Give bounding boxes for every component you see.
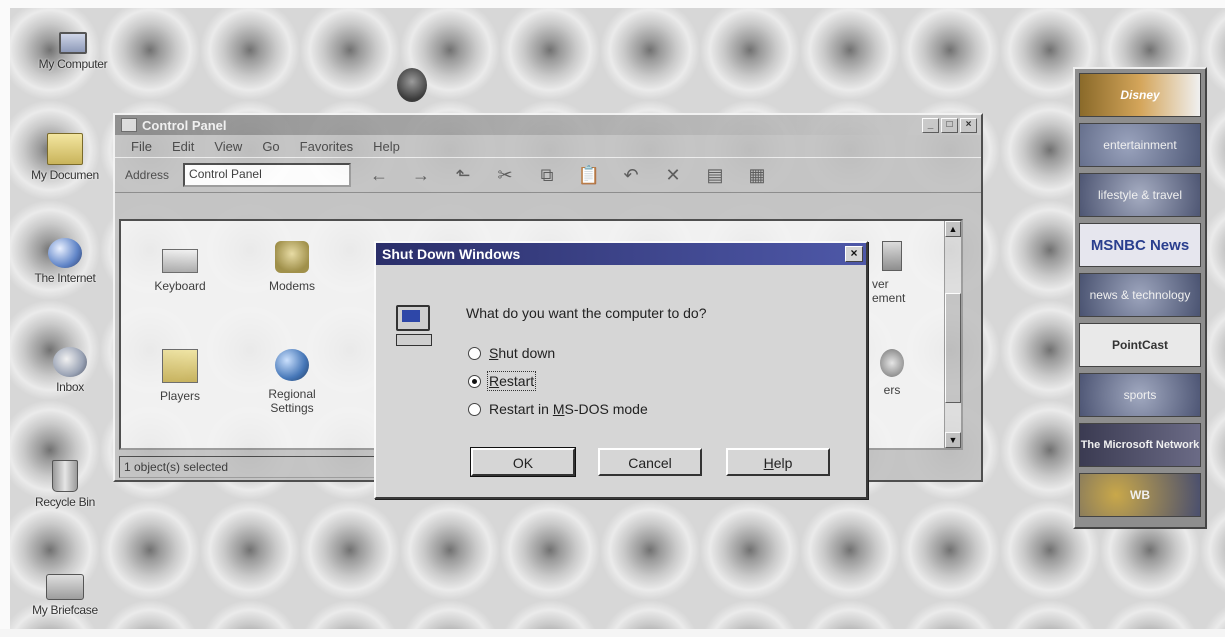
option-shut-down[interactable]: Shut down	[468, 345, 555, 361]
keyboard-icon	[162, 249, 198, 273]
vertical-scrollbar[interactable]: ▲ ▼	[944, 221, 961, 448]
desktop-icon-my-computer[interactable]: My Computer	[28, 32, 118, 71]
channel-disney[interactable]: Disney	[1079, 73, 1201, 117]
ok-button[interactable]: OK	[471, 448, 575, 476]
cp-item-label: Modems	[268, 279, 315, 293]
option-label: Restart	[486, 371, 537, 391]
minimize-button[interactable]: _	[922, 117, 939, 133]
paste-icon[interactable]: 📋	[575, 163, 603, 187]
channel-msnbc-news[interactable]: MSNBC News	[1079, 223, 1201, 267]
desktop-icon-label: My Computer	[38, 57, 108, 71]
cp-item-regional-settings[interactable]: Regional Settings	[247, 349, 337, 415]
folder-icon	[47, 133, 83, 165]
desktop-icon-inbox[interactable]: Inbox	[25, 347, 115, 394]
desktop-icon-the-internet[interactable]: The Internet	[20, 238, 110, 285]
cancel-button[interactable]: Cancel	[598, 448, 702, 476]
internet-globe-icon	[48, 238, 82, 268]
dialog-titlebar: Shut Down Windows ×	[376, 243, 866, 265]
page-border-left	[0, 0, 10, 637]
delete-icon[interactable]: ✕	[659, 163, 687, 187]
address-field[interactable]: Control Panel	[183, 163, 352, 187]
option-restart-ms-dos[interactable]: Restart in MS-DOS mode	[468, 401, 648, 417]
desktop-icon-label: My Documen	[31, 168, 99, 182]
back-arrow-icon[interactable]: ←	[365, 163, 393, 187]
cp-item-label: ver ement	[872, 277, 906, 305]
desktop-icon-my-briefcase[interactable]: My Briefcase	[20, 568, 110, 617]
channel-news-technology[interactable]: news & technology	[1079, 273, 1201, 317]
radio-button[interactable]	[468, 346, 481, 360]
dialog-question: What do you want the computer to do?	[466, 305, 707, 321]
regional-globe-icon	[275, 349, 309, 381]
channel-bar: Disney entertainment lifestyle & travel …	[1073, 67, 1207, 529]
maximize-button[interactable]: □	[941, 117, 958, 133]
menu-favorites[interactable]: Favorites	[300, 139, 353, 154]
cp-item-modems[interactable]: Modems	[247, 241, 337, 293]
channel-microsoft-network[interactable]: The Microsoft Network	[1079, 423, 1201, 467]
cat-character-icon	[397, 68, 427, 102]
dialog-close-button[interactable]: ×	[845, 246, 863, 262]
menu-go[interactable]: Go	[262, 139, 279, 154]
menu-edit[interactable]: Edit	[172, 139, 194, 154]
menu-help[interactable]: Help	[373, 139, 400, 154]
cp-item-players[interactable]: Players	[135, 349, 225, 403]
undo-icon[interactable]: ↶	[617, 163, 645, 187]
cp-item-label: Keyboard	[154, 279, 206, 293]
desktop-icon-recycle-bin[interactable]: Recycle Bin	[20, 460, 110, 509]
menu-bar: File Edit View Go Favorites Help	[115, 135, 981, 157]
help-button[interactable]: Help	[726, 448, 830, 476]
properties-icon[interactable]: ▤	[701, 163, 729, 187]
desktop-icon-shortcut[interactable]	[367, 68, 457, 105]
channel-warner-bros[interactable]: WB	[1079, 473, 1201, 517]
menu-file[interactable]: File	[131, 139, 152, 154]
scroll-down-arrow-icon[interactable]: ▼	[945, 432, 961, 448]
computer-icon	[59, 32, 87, 54]
window-title: Control Panel	[142, 117, 227, 133]
desktop-icon-label: Recycle Bin	[34, 495, 96, 509]
shutdown-dialog: Shut Down Windows × What do you want the…	[374, 241, 868, 499]
channel-sports[interactable]: sports	[1079, 373, 1201, 417]
desktop-icon-my-documents[interactable]: My Documen	[20, 133, 110, 182]
address-label: Address	[125, 168, 170, 182]
radio-button[interactable]	[468, 402, 481, 416]
desktop-icon-label: Inbox	[56, 380, 84, 394]
modem-phone-icon	[275, 241, 309, 273]
close-button[interactable]: ×	[960, 117, 977, 133]
cp-item-label: Regional Settings	[268, 387, 316, 415]
option-label: Restart in MS-DOS mode	[489, 401, 648, 417]
channel-entertainment[interactable]: entertainment	[1079, 123, 1201, 167]
dialog-title: Shut Down Windows	[382, 246, 521, 262]
power-icon	[882, 241, 902, 271]
radio-button-selected[interactable]	[468, 374, 481, 388]
briefcase-icon	[46, 574, 84, 600]
inbox-icon	[53, 347, 87, 377]
cut-icon[interactable]: ✂	[491, 163, 519, 187]
option-restart[interactable]: Restart	[468, 371, 537, 391]
option-label: Shut down	[489, 345, 556, 361]
menu-view[interactable]: View	[214, 139, 242, 154]
users-icon	[880, 349, 904, 377]
computer-icon	[396, 305, 432, 349]
desktop-icon-label: My Briefcase	[32, 603, 98, 617]
toolbar: Address Control Panel ← → ⬑ ✂ ⧉ 📋 ↶ ✕ ▤ …	[115, 157, 981, 193]
channel-pointcast[interactable]: PointCast	[1079, 323, 1201, 367]
desktop-icon-label: The Internet	[34, 271, 96, 285]
scroll-thumb[interactable]	[945, 293, 961, 403]
recycle-bin-icon	[52, 460, 78, 492]
up-folder-icon[interactable]: ⬑	[449, 163, 477, 187]
views-icon[interactable]: ▦	[743, 163, 771, 187]
copy-icon[interactable]: ⧉	[533, 163, 561, 187]
control-panel-window-icon	[121, 118, 137, 132]
scroll-up-arrow-icon[interactable]: ▲	[945, 221, 961, 237]
page-border-top	[0, 0, 1225, 8]
control-panel-titlebar: Control Panel _ □ ×	[115, 115, 981, 135]
players-icon	[162, 349, 198, 383]
forward-arrow-icon[interactable]: →	[407, 163, 435, 187]
cp-item-keyboard[interactable]: Keyboard	[135, 241, 225, 293]
cp-item-label: Players	[159, 389, 200, 403]
page-border-bottom	[0, 629, 1225, 637]
channel-lifestyle-travel[interactable]: lifestyle & travel	[1079, 173, 1201, 217]
